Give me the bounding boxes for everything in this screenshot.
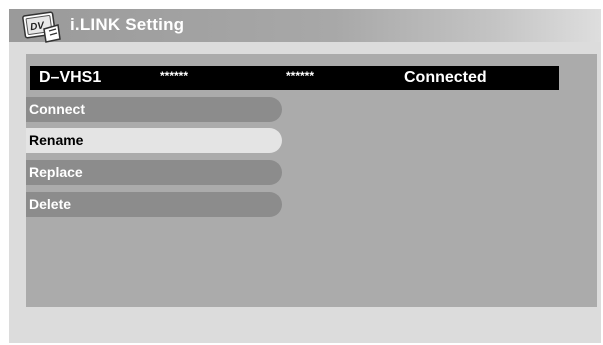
device-row[interactable]: D–VHS1 ****** ****** Connected: [30, 66, 559, 90]
device-code-2: ******: [286, 69, 315, 83]
tv-screen: DV i.LINK Setting D–VHS1 ****** ****** C…: [9, 9, 601, 343]
settings-panel: D–VHS1 ****** ****** Connected Connect R…: [26, 54, 597, 307]
dv-camcorder-icon: DV: [22, 11, 61, 43]
delete-menu-item[interactable]: Delete: [26, 192, 282, 217]
device-code-1: ******: [160, 69, 189, 83]
rename-menu-item[interactable]: Rename: [26, 128, 282, 153]
page-title: i.LINK Setting: [70, 15, 185, 34]
device-status: Connected: [404, 69, 487, 86]
title-bar: DV i.LINK Setting: [9, 9, 601, 43]
device-name: D–VHS1: [39, 69, 102, 86]
connect-menu-item[interactable]: Connect: [26, 97, 282, 122]
replace-menu-item[interactable]: Replace: [26, 160, 282, 185]
